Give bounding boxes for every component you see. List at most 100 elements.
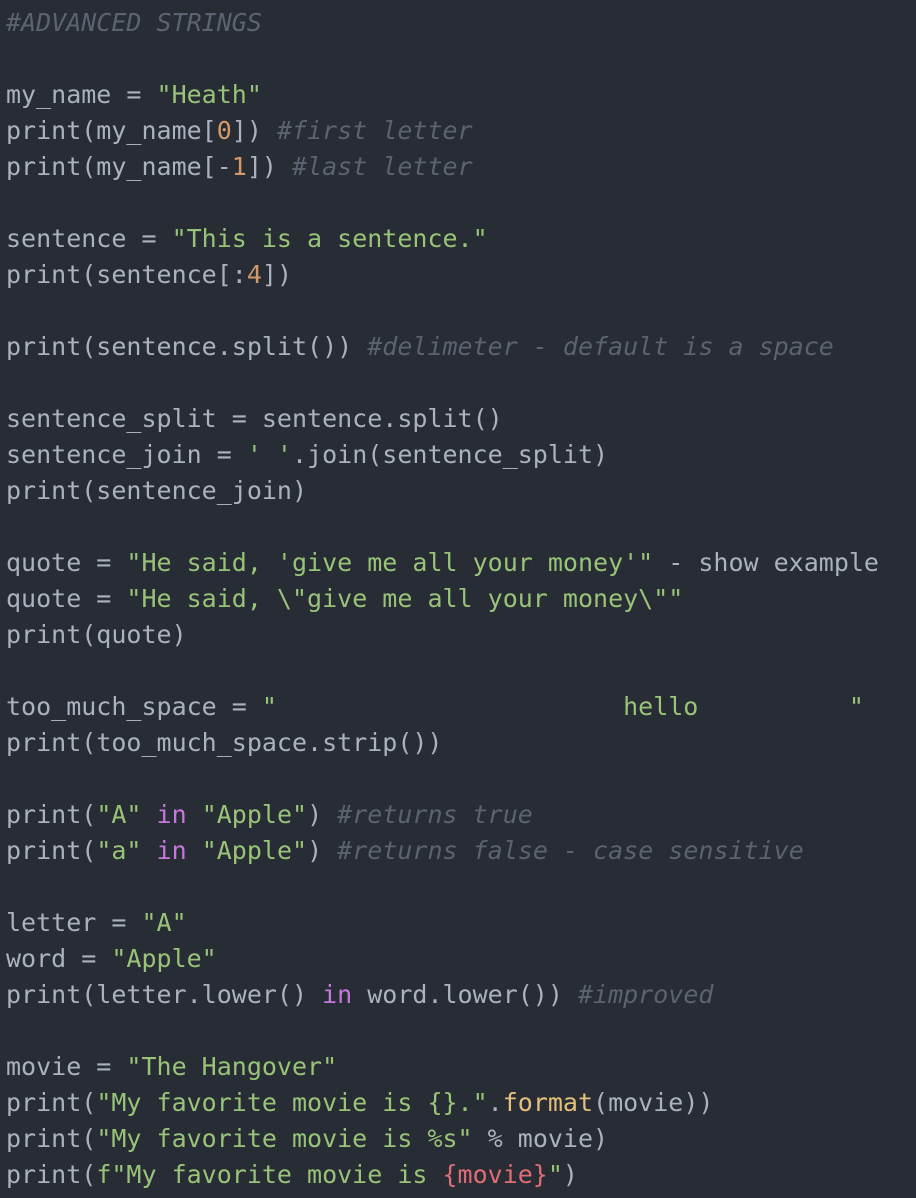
code-token-plain: ) bbox=[307, 836, 338, 865]
code-token-keyword: in bbox=[156, 836, 187, 865]
code-line[interactable]: print(letter.lower() in word.lower()) #i… bbox=[6, 977, 916, 1013]
code-token-plain: my_name = bbox=[6, 80, 157, 109]
code-token-comment: #returns true bbox=[337, 800, 533, 829]
code-token-string: "My favorite movie is %s" bbox=[96, 1124, 473, 1153]
code-line[interactable]: quote = "He said, \"give me all your mon… bbox=[6, 581, 916, 617]
code-line[interactable]: print(f"My favorite movie is {movie}") bbox=[6, 1157, 916, 1193]
code-token-comment: #delimeter - default is a space bbox=[367, 332, 834, 361]
code-editor[interactable]: #ADVANCED STRINGS my_name = "Heath" print(… bbox=[6, 5, 916, 1193]
code-token-string: "Apple" bbox=[201, 800, 308, 829]
code-line[interactable]: print(my_name[0]) #first letter bbox=[6, 113, 916, 149]
code-token-plain: sentence_join = bbox=[6, 440, 247, 469]
code-token-comment: #improved bbox=[577, 980, 714, 1009]
code-token-plain: word = bbox=[6, 944, 112, 973]
code-token-string: "A" bbox=[141, 908, 187, 937]
blank-line[interactable] bbox=[6, 761, 916, 797]
blank-line[interactable] bbox=[6, 41, 916, 77]
code-token-plain: print(sentence_join) bbox=[6, 476, 308, 505]
code-line[interactable]: too_much_space = " hello " bbox=[6, 689, 916, 725]
code-token-plain: print(my_name[- bbox=[6, 152, 232, 181]
code-token-plain: sentence = bbox=[6, 224, 172, 253]
code-line[interactable]: print(sentence.split()) #delimeter - def… bbox=[6, 329, 916, 365]
code-line[interactable]: letter = "A" bbox=[6, 905, 916, 941]
code-line[interactable]: word = "Apple" bbox=[6, 941, 916, 977]
code-token-plain: . bbox=[487, 1088, 503, 1117]
code-line[interactable]: print(sentence_join) bbox=[6, 473, 916, 509]
code-token-comment: #first letter bbox=[276, 116, 473, 145]
code-line[interactable]: sentence_join = ' '.join(sentence_split) bbox=[6, 437, 916, 473]
code-token-plain: ) bbox=[307, 800, 338, 829]
code-token-plain: ]) bbox=[261, 260, 292, 289]
code-token-string: "He said, \"give me all your money\"" bbox=[126, 584, 684, 613]
code-token-plain: quote = bbox=[6, 584, 127, 613]
code-line[interactable]: #ADVANCED STRINGS bbox=[6, 5, 916, 41]
code-line[interactable]: print("a" in "Apple") #returns false - c… bbox=[6, 833, 916, 869]
code-token-plain: print(sentence.split()) bbox=[6, 332, 368, 361]
code-token-plain: print( bbox=[6, 800, 97, 829]
blank-line[interactable] bbox=[6, 509, 916, 545]
code-token-string: "This is a sentence." bbox=[171, 224, 488, 253]
code-token-plain: word.lower()) bbox=[352, 980, 578, 1009]
code-token-plain: print(quote) bbox=[6, 620, 187, 649]
code-token-string: "The Hangover" bbox=[126, 1052, 338, 1081]
code-token-plain: print(too_much_space.strip()) bbox=[6, 728, 443, 757]
code-line[interactable]: print("My favorite movie is {}.".format(… bbox=[6, 1085, 916, 1121]
code-line[interactable]: print(quote) bbox=[6, 617, 916, 653]
blank-line[interactable] bbox=[6, 365, 916, 401]
code-token-string: "He said, 'give me all your money'" bbox=[126, 548, 654, 577]
blank-line[interactable] bbox=[6, 185, 916, 221]
code-token-plain: too_much_space = bbox=[6, 692, 262, 721]
code-token-string: "A" bbox=[96, 800, 142, 829]
code-line[interactable]: my_name = "Heath" bbox=[6, 77, 916, 113]
code-token-plain: ) bbox=[562, 1160, 578, 1189]
code-token-plain: letter = bbox=[6, 908, 142, 937]
code-line[interactable]: movie = "The Hangover" bbox=[6, 1049, 916, 1085]
code-line[interactable]: print(sentence[:4]) bbox=[6, 257, 916, 293]
code-token-plain: quote = bbox=[6, 548, 127, 577]
code-token-plain: .join(sentence_split) bbox=[291, 440, 609, 469]
code-token-plain: print(sentence[: bbox=[6, 260, 247, 289]
code-token-plain: - show example bbox=[653, 548, 879, 577]
code-token-string: f"My favorite movie is bbox=[96, 1160, 443, 1189]
code-token-comment: #last letter bbox=[292, 152, 473, 181]
code-token-number: 0 bbox=[216, 116, 232, 145]
code-line[interactable]: print(too_much_space.strip()) bbox=[6, 725, 916, 761]
code-token-number: 1 bbox=[231, 152, 247, 181]
code-token-builtin: format bbox=[502, 1088, 594, 1117]
code-token-string: " bbox=[547, 1160, 563, 1189]
code-token-plain: ]) bbox=[246, 152, 292, 181]
code-token-plain: print( bbox=[6, 1160, 97, 1189]
code-token-comment: #ADVANCED STRINGS bbox=[6, 8, 262, 37]
code-token-keyword: in bbox=[322, 980, 353, 1009]
code-token-plain: ]) bbox=[231, 116, 277, 145]
code-line[interactable]: quote = "He said, 'give me all your mone… bbox=[6, 545, 916, 581]
blank-line[interactable] bbox=[6, 869, 916, 905]
code-token-plain: print(letter.lower() bbox=[6, 980, 323, 1009]
code-token-comment: #returns false - case sensitive bbox=[337, 836, 804, 865]
code-line[interactable]: print("A" in "Apple") #returns true bbox=[6, 797, 916, 833]
blank-line[interactable] bbox=[6, 1013, 916, 1049]
code-line[interactable]: print("My favorite movie is %s" % movie) bbox=[6, 1121, 916, 1157]
code-token-string: "a" bbox=[96, 836, 142, 865]
blank-line[interactable] bbox=[6, 293, 916, 329]
code-token-plain: print(my_name[ bbox=[6, 116, 217, 145]
code-token-keyword: in bbox=[156, 800, 187, 829]
code-line[interactable]: sentence_split = sentence.split() bbox=[6, 401, 916, 437]
code-token-string: "Apple" bbox=[111, 944, 217, 973]
code-line[interactable]: sentence = "This is a sentence." bbox=[6, 221, 916, 257]
code-token-number: 4 bbox=[246, 260, 262, 289]
code-token-plain: sentence_split = sentence.split() bbox=[6, 404, 503, 433]
code-token-string: ' ' bbox=[246, 440, 292, 469]
code-token-string: "Heath" bbox=[156, 80, 262, 109]
code-token-string: "Apple" bbox=[201, 836, 308, 865]
code-token-plain: print( bbox=[6, 836, 97, 865]
blank-line[interactable] bbox=[6, 653, 916, 689]
code-line[interactable]: print(my_name[-1]) #last letter bbox=[6, 149, 916, 185]
code-token-interp: {movie} bbox=[442, 1160, 548, 1189]
code-token-plain: print( bbox=[6, 1124, 97, 1153]
code-token-plain: movie = bbox=[6, 1052, 127, 1081]
